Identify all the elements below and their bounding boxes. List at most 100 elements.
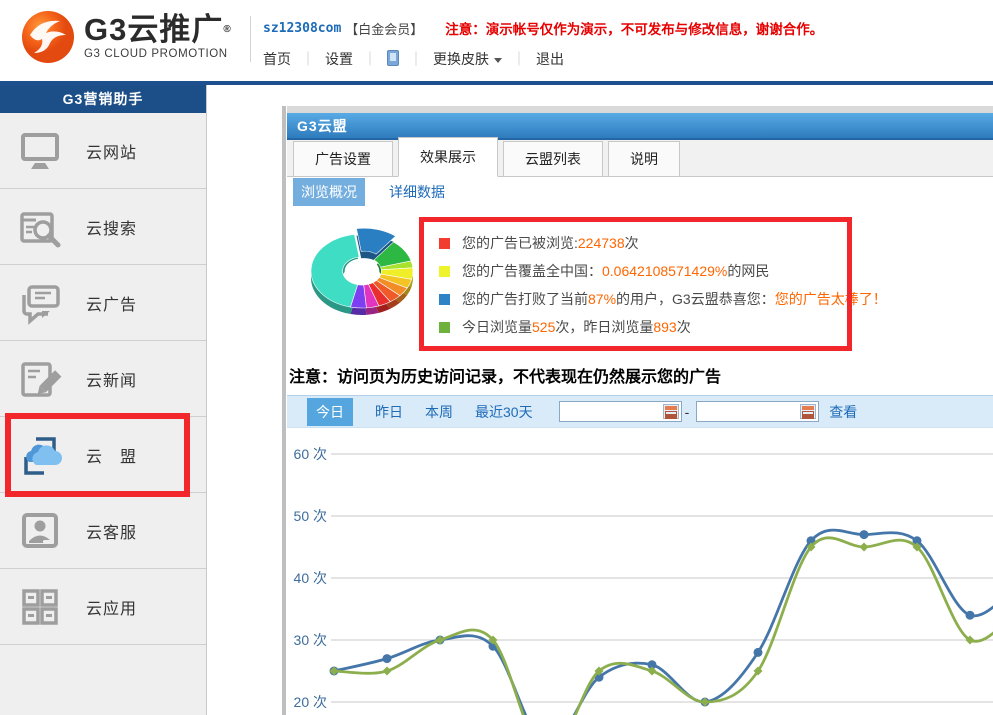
sidebar-item-2[interactable]: 云广告 [0, 265, 206, 341]
stat-text: 您的广告太棒了！ [775, 289, 887, 309]
g3-logo-icon [20, 9, 76, 65]
content-divider [282, 106, 286, 715]
tab-bar: 广告设置效果展示云盟列表说明 [287, 140, 993, 177]
sidebar-title: G3营销助手 [0, 85, 206, 113]
nav-item-0[interactable]: 首页 [263, 49, 291, 69]
bullet-square-icon [439, 266, 450, 277]
series-blue-marker [860, 530, 869, 539]
stat-text: 次 [677, 317, 691, 337]
monitor-icon [16, 127, 64, 175]
main-content: G3云盟 广告设置效果展示云盟列表说明 浏览概况详细数据 您的广告已被浏览:22… [287, 106, 993, 715]
calendar-icon[interactable] [663, 404, 679, 419]
sidebar-item-label: 云应用 [86, 595, 137, 619]
nav-separator: ｜ [363, 49, 377, 69]
tab-0[interactable]: 广告设置 [293, 141, 393, 176]
series-green-marker [860, 543, 869, 552]
top-nav: 首页 ｜ 设置 ｜ ｜ 更换皮肤 ｜ 退出 [263, 49, 983, 69]
series-green-line [334, 538, 993, 715]
nav-item-4[interactable]: 退出 [536, 49, 564, 69]
stat-text: 的网民 [727, 261, 769, 281]
sidebar-item-0[interactable]: 云网站 [0, 113, 206, 189]
stat-row-0: 您的广告已被浏览:224738次 [439, 229, 887, 257]
quick-filter-2[interactable]: 本周 [425, 402, 453, 422]
sidebar-item-label: 云搜索 [86, 215, 137, 239]
sidebar-item-3[interactable]: 云新闻 [0, 341, 206, 417]
y-axis-tick-label: 30 次 [294, 632, 327, 648]
series-blue-line [334, 530, 993, 715]
chevron-down-icon [494, 58, 502, 63]
sidebar-item-5[interactable]: 云客服 [0, 493, 206, 569]
calendar-icon[interactable] [800, 404, 816, 419]
logo: G3云推广® G3 CLOUD PROMOTION [20, 9, 232, 65]
nav-separator: ｜ [512, 49, 526, 69]
subtab-1[interactable]: 详细数据 [381, 178, 453, 206]
browse-trend-line-chart: 60 次 50 次 40 次 30 次 20 次 [287, 432, 993, 715]
tab-2[interactable]: 云盟列表 [503, 141, 603, 176]
stat-text: 87% [588, 291, 616, 307]
panel-title: G3云盟 [287, 113, 993, 140]
sidebar-item-label: 云新闻 [86, 367, 137, 391]
sidebar-item-6[interactable]: 云应用 [0, 569, 206, 645]
date-filter-bar: 今日昨日本周最近30天 - 查看 [287, 395, 993, 428]
page: G3云推广® G3 CLOUD PROMOTION sz12308com 【白金… [0, 0, 993, 715]
y-axis-tick-label: 40 次 [294, 570, 327, 586]
series-green-marker [383, 667, 392, 676]
sidebar-item-label: 云网站 [86, 139, 137, 163]
subtab-0[interactable]: 浏览概况 [293, 178, 365, 206]
history-notice: 注意：访问页为历史访问记录，不代表现在仍然展示您的广告 [289, 363, 993, 387]
y-axis-tick-label: 60 次 [294, 446, 327, 462]
quick-filter-3[interactable]: 最近30天 [475, 402, 533, 422]
quick-filter-1[interactable]: 昨日 [375, 402, 403, 422]
apps-grid-icon [16, 583, 64, 631]
news-edit-icon [16, 355, 64, 403]
view-button[interactable]: 查看 [829, 402, 857, 422]
chat-ads-icon [16, 279, 64, 327]
phone-icon [387, 50, 399, 66]
series-blue-marker [754, 648, 763, 657]
registered-mark: ® [223, 24, 231, 35]
bullet-square-icon [439, 322, 450, 333]
bullet-square-icon [439, 294, 450, 305]
stat-text: 您的广告打败了当前 [462, 289, 588, 309]
account-name: sz12308com [263, 21, 341, 36]
account-row: sz12308com 【白金会员】 注意：演示帐号仅作为演示，不可发布与修改信息… [263, 18, 983, 38]
sidebar: G3营销助手 云网站云搜索云广告云新闻云 盟云客服云应用 [0, 85, 207, 715]
nav-separator: ｜ [409, 49, 423, 69]
series-blue-marker [383, 654, 392, 663]
demo-warning-text: 注意：演示帐号仅作为演示，不可发布与修改信息，谢谢合作。 [445, 18, 823, 38]
support-agent-icon [16, 507, 64, 555]
quick-filter-0[interactable]: 今日 [307, 398, 353, 426]
stat-text: 的用户，G3云盟恭喜您： [616, 289, 775, 309]
stat-text: 0.0642108571429% [602, 263, 727, 279]
sidebar-item-label: 云客服 [86, 519, 137, 543]
logo-subtitle: G3 CLOUD PROMOTION [84, 48, 232, 60]
membership-badge: 【白金会员】 [345, 19, 423, 38]
sidebar-item-label: 云广告 [86, 291, 137, 315]
y-axis-tick-label: 20 次 [294, 694, 327, 710]
date-to-wrap [696, 401, 819, 422]
pie-donut-hole [345, 258, 380, 283]
subtab-bar: 浏览概况详细数据 [287, 177, 993, 207]
stat-text: 525 [532, 319, 555, 335]
date-from-wrap [559, 401, 682, 422]
series-blue-marker [966, 611, 975, 620]
app-header: G3云推广® G3 CLOUD PROMOTION sz12308com 【白金… [0, 0, 993, 81]
cloud-union-icon [16, 431, 64, 479]
nav-phone-shortcut[interactable] [387, 50, 399, 69]
y-axis-tick-label: 50 次 [294, 508, 327, 524]
header-divider [250, 16, 251, 62]
nav-item-1[interactable]: 设置 [325, 49, 353, 69]
stat-text: 次，昨日浏览量 [555, 317, 653, 337]
nav-separator: ｜ [301, 49, 315, 69]
browse-share-pie-chart [305, 219, 423, 339]
tab-1[interactable]: 效果展示 [398, 137, 498, 177]
nav-item-3[interactable]: 更换皮肤 [433, 49, 502, 69]
logo-title: G3云推广® [84, 14, 232, 46]
stat-row-2: 您的广告打败了当前 87%的用户，G3云盟恭喜您：您的广告太棒了！ [439, 285, 887, 313]
bullet-square-icon [439, 238, 450, 249]
sidebar-item-4[interactable]: 云 盟 [0, 417, 206, 493]
stat-text: 224738 [578, 235, 625, 251]
sidebar-item-1[interactable]: 云搜索 [0, 189, 206, 265]
stat-list: 您的广告已被浏览:224738次您的广告覆盖全中国： 0.06421085714… [439, 229, 887, 341]
tab-3[interactable]: 说明 [608, 141, 680, 176]
